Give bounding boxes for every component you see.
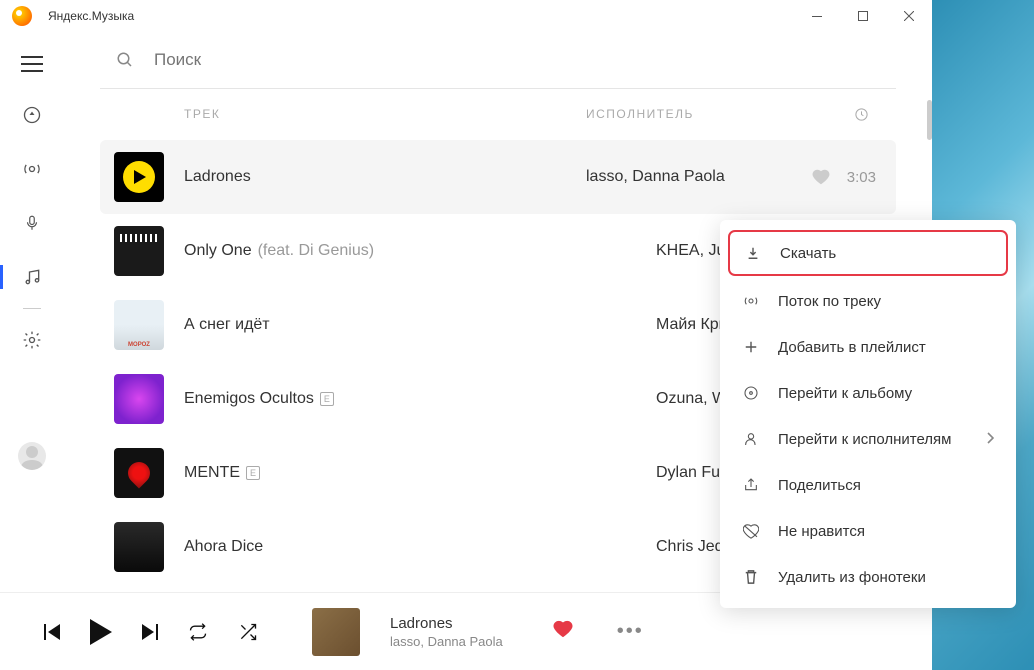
share-icon — [742, 476, 760, 494]
track-title: Ladrones — [184, 168, 586, 186]
sidebar — [0, 32, 64, 592]
download-icon — [744, 244, 762, 262]
menu-label: Перейти к исполнителям — [778, 431, 952, 448]
track-row[interactable]: Ladrones lasso, Danna Paola 3:03 — [100, 140, 896, 214]
sidebar-settings-icon[interactable] — [21, 329, 43, 351]
column-headers: ТРЕК ИСПОЛНИТЕЛЬ — [100, 89, 896, 140]
prev-button[interactable] — [44, 624, 60, 640]
album-art — [114, 448, 164, 498]
player-title: Ladrones — [390, 615, 503, 632]
header-track: ТРЕК — [184, 107, 586, 122]
player-more-button[interactable]: ••• — [617, 620, 644, 643]
album-art — [114, 374, 164, 424]
track-title: MENTEE — [184, 464, 656, 482]
album-art-play[interactable] — [114, 152, 164, 202]
close-button[interactable] — [886, 0, 932, 32]
player-like-button[interactable] — [553, 620, 573, 643]
dislike-icon — [742, 522, 760, 540]
titlebar: Яндекс.Музыка — [0, 0, 932, 32]
album-art: МОРОZ — [114, 300, 164, 350]
track-title: Ahora Dice — [184, 538, 656, 556]
search-icon — [116, 51, 134, 69]
player-artist: lasso, Danna Paola — [390, 634, 503, 649]
album-art — [114, 226, 164, 276]
explicit-badge: E — [320, 392, 334, 406]
track-title: А снег идёт — [184, 316, 656, 334]
menu-label: Добавить в плейлист — [778, 339, 926, 356]
album-icon — [742, 384, 760, 402]
artist-icon — [742, 430, 760, 448]
track-title: Only One (feat. Di Genius) — [184, 242, 656, 260]
play-button[interactable] — [90, 619, 112, 645]
header-artist: ИСПОЛНИТЕЛЬ — [586, 107, 846, 122]
menu-label: Не нравится — [778, 523, 865, 540]
minimize-button[interactable] — [794, 0, 840, 32]
trash-icon — [742, 568, 760, 586]
track-title: Enemigos OcultosE — [184, 390, 656, 408]
window-title: Яндекс.Музыка — [48, 9, 794, 23]
menu-goto-album[interactable]: Перейти к альбому — [720, 370, 1016, 416]
like-icon[interactable] — [806, 169, 836, 185]
app-logo — [12, 6, 32, 26]
user-avatar[interactable] — [18, 442, 46, 470]
player-album-art — [312, 608, 360, 656]
menu-toggle[interactable] — [21, 56, 43, 72]
window-controls — [794, 0, 932, 32]
track-artist: lasso, Danna Paola — [586, 168, 806, 186]
player-info: Ladrones lasso, Danna Paola — [390, 615, 503, 649]
menu-dislike[interactable]: Не нравится — [720, 508, 1016, 554]
play-icon[interactable] — [123, 161, 155, 193]
context-menu: Скачать Поток по треку Добавить в плейли… — [720, 220, 1016, 608]
next-button[interactable] — [142, 624, 158, 640]
shuffle-button[interactable] — [238, 622, 258, 642]
track-duration: 3:03 — [836, 169, 876, 186]
menu-goto-artists[interactable]: Перейти к исполнителям — [720, 416, 1016, 462]
menu-delete[interactable]: Удалить из фонотеки — [720, 554, 1016, 600]
plus-icon — [742, 338, 760, 356]
menu-add-playlist[interactable]: Добавить в плейлист — [720, 324, 1016, 370]
scrollbar-thumb[interactable] — [927, 100, 932, 140]
menu-download[interactable]: Скачать — [728, 230, 1008, 276]
header-duration — [846, 107, 876, 122]
menu-label: Поделиться — [778, 477, 861, 494]
menu-radio[interactable]: Поток по треку — [720, 278, 1016, 324]
menu-label: Скачать — [780, 245, 836, 262]
sidebar-home-icon[interactable] — [21, 104, 43, 126]
maximize-button[interactable] — [840, 0, 886, 32]
radio-icon — [742, 292, 760, 310]
album-art — [114, 522, 164, 572]
repeat-button[interactable] — [188, 622, 208, 642]
menu-label: Перейти к альбому — [778, 385, 912, 402]
sidebar-music-icon[interactable] — [21, 266, 43, 288]
search-bar — [100, 32, 896, 89]
sidebar-divider — [23, 308, 41, 309]
sidebar-radio-icon[interactable] — [21, 158, 43, 180]
menu-label: Поток по треку — [778, 293, 881, 310]
chevron-right-icon — [986, 431, 994, 448]
menu-share[interactable]: Поделиться — [720, 462, 1016, 508]
sidebar-podcast-icon[interactable] — [21, 212, 43, 234]
clock-icon — [854, 107, 869, 122]
search-input[interactable] — [154, 50, 896, 70]
menu-label: Удалить из фонотеки — [778, 569, 926, 586]
explicit-badge: E — [246, 466, 260, 480]
